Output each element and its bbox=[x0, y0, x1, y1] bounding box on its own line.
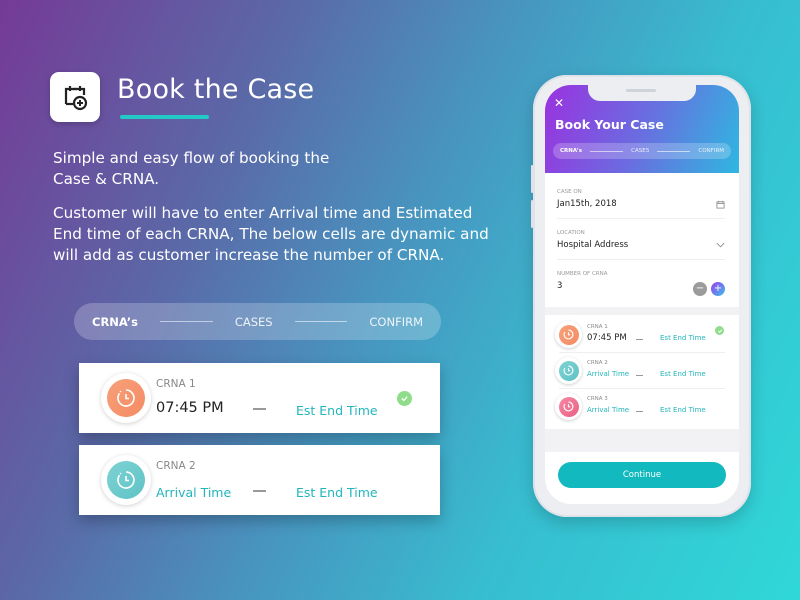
crna-label: CRNA 3 bbox=[587, 396, 608, 402]
description-detail: Customer will have to enter Arrival time… bbox=[53, 204, 489, 264]
number-of-crna-field: NUMBER OF CRNA 3 − + bbox=[557, 271, 725, 299]
crna-card[interactable]: CRNA 2 Arrival Time Est End Time bbox=[79, 445, 440, 515]
phone-speaker bbox=[626, 89, 656, 92]
step-confirm[interactable]: CONFIRM bbox=[369, 315, 423, 329]
step-cases[interactable]: CASES bbox=[235, 315, 273, 329]
phone-notch bbox=[588, 85, 696, 101]
close-icon[interactable]: ✕ bbox=[554, 96, 564, 110]
plus-icon: + bbox=[713, 283, 723, 294]
phone-mockup: ✕ Book Your Case CRNA’s CASES CONFIRM CA… bbox=[531, 75, 751, 517]
clock-icon bbox=[117, 389, 135, 407]
increment-button[interactable]: + bbox=[711, 282, 725, 296]
location-label: LOCATION bbox=[557, 230, 585, 236]
crna-row[interactable]: CRNA 1 07:45 PM Est End Time bbox=[545, 317, 739, 353]
time-separator bbox=[636, 375, 643, 376]
step-crnas[interactable]: CRNA’s bbox=[560, 148, 582, 154]
arrival-time-field[interactable]: 07:45 PM bbox=[156, 400, 224, 416]
arrival-time-field[interactable]: Arrival Time bbox=[587, 406, 629, 414]
phone-screen: ✕ Book Your Case CRNA’s CASES CONFIRM CA… bbox=[545, 85, 739, 504]
est-end-time-field[interactable]: Est End Time bbox=[660, 406, 706, 414]
check-icon bbox=[715, 326, 724, 335]
decrement-button[interactable]: − bbox=[693, 282, 707, 296]
arrival-time-field[interactable]: Arrival Time bbox=[156, 485, 231, 500]
step-crnas[interactable]: CRNA’s bbox=[92, 315, 138, 329]
crna-avatar bbox=[555, 321, 582, 348]
step-connector bbox=[294, 321, 348, 322]
crna-avatar bbox=[555, 393, 582, 420]
booking-form: CASE ON Jan15th, 2018 LOCATION Hospital … bbox=[545, 173, 739, 307]
arrival-time-field[interactable]: Arrival Time bbox=[587, 370, 629, 378]
check-icon bbox=[397, 391, 412, 406]
crna-card[interactable]: CRNA 1 07:45 PM Est End Time bbox=[79, 363, 440, 433]
clock-icon bbox=[563, 365, 574, 376]
step-cases[interactable]: CASES bbox=[631, 148, 649, 154]
step-connector bbox=[159, 321, 213, 322]
chevron-down-icon[interactable] bbox=[716, 241, 725, 250]
time-separator bbox=[636, 339, 643, 340]
case-on-field[interactable]: CASE ON Jan15th, 2018 bbox=[557, 189, 725, 219]
progress-stepper: CRNA’s CASES CONFIRM bbox=[553, 143, 731, 159]
crna-list: CRNA 1 07:45 PM Est End Time CRNA 2 Arri… bbox=[545, 315, 739, 429]
crna-label: CRNA 2 bbox=[587, 360, 608, 366]
clock-icon bbox=[563, 329, 574, 340]
arrival-time-field[interactable]: 07:45 PM bbox=[587, 333, 627, 343]
time-separator bbox=[253, 490, 266, 492]
crna-label: CRNA 1 bbox=[156, 378, 196, 390]
calendar-add-icon bbox=[64, 86, 88, 111]
time-separator bbox=[253, 408, 266, 410]
step-confirm[interactable]: CONFIRM bbox=[698, 148, 724, 154]
continue-button[interactable]: Continue bbox=[558, 462, 726, 488]
hero-title: Book the Case bbox=[117, 74, 315, 105]
crna-label: CRNA 2 bbox=[156, 460, 196, 472]
description-intro: Simple and easy flow of booking the Case… bbox=[53, 149, 330, 188]
step-connector bbox=[657, 150, 691, 152]
minus-icon: − bbox=[695, 283, 705, 294]
crna-row[interactable]: CRNA 2 Arrival Time Est End Time bbox=[545, 353, 739, 389]
crna-avatar bbox=[101, 373, 151, 423]
screen-footer: Continue bbox=[545, 452, 739, 504]
progress-stepper: CRNA’s CASES CONFIRM bbox=[74, 303, 441, 340]
app-icon bbox=[50, 72, 100, 122]
clock-icon bbox=[117, 471, 135, 489]
step-connector bbox=[590, 150, 624, 152]
crna-row[interactable]: CRNA 3 Arrival Time Est End Time bbox=[545, 389, 739, 425]
time-separator bbox=[636, 411, 643, 412]
est-end-time-field[interactable]: Est End Time bbox=[660, 334, 706, 342]
location-field[interactable]: LOCATION Hospital Address bbox=[557, 230, 725, 260]
est-end-time-field[interactable]: Est End Time bbox=[296, 403, 378, 418]
crna-label: CRNA 1 bbox=[587, 324, 608, 330]
case-on-value[interactable]: Jan15th, 2018 bbox=[557, 199, 725, 209]
est-end-time-field[interactable]: Est End Time bbox=[296, 485, 378, 500]
title-underline bbox=[120, 115, 209, 119]
crna-avatar bbox=[101, 455, 151, 505]
phone-volume-down bbox=[531, 200, 534, 228]
calendar-icon[interactable] bbox=[716, 200, 725, 211]
clock-icon bbox=[563, 401, 574, 412]
est-end-time-field[interactable]: Est End Time bbox=[660, 370, 706, 378]
screen-title: Book Your Case bbox=[555, 117, 664, 132]
case-on-label: CASE ON bbox=[557, 189, 582, 195]
location-value[interactable]: Hospital Address bbox=[557, 240, 725, 250]
number-of-crna-label: NUMBER OF CRNA bbox=[557, 271, 608, 277]
phone-volume-up bbox=[531, 165, 534, 193]
crna-avatar bbox=[555, 357, 582, 384]
